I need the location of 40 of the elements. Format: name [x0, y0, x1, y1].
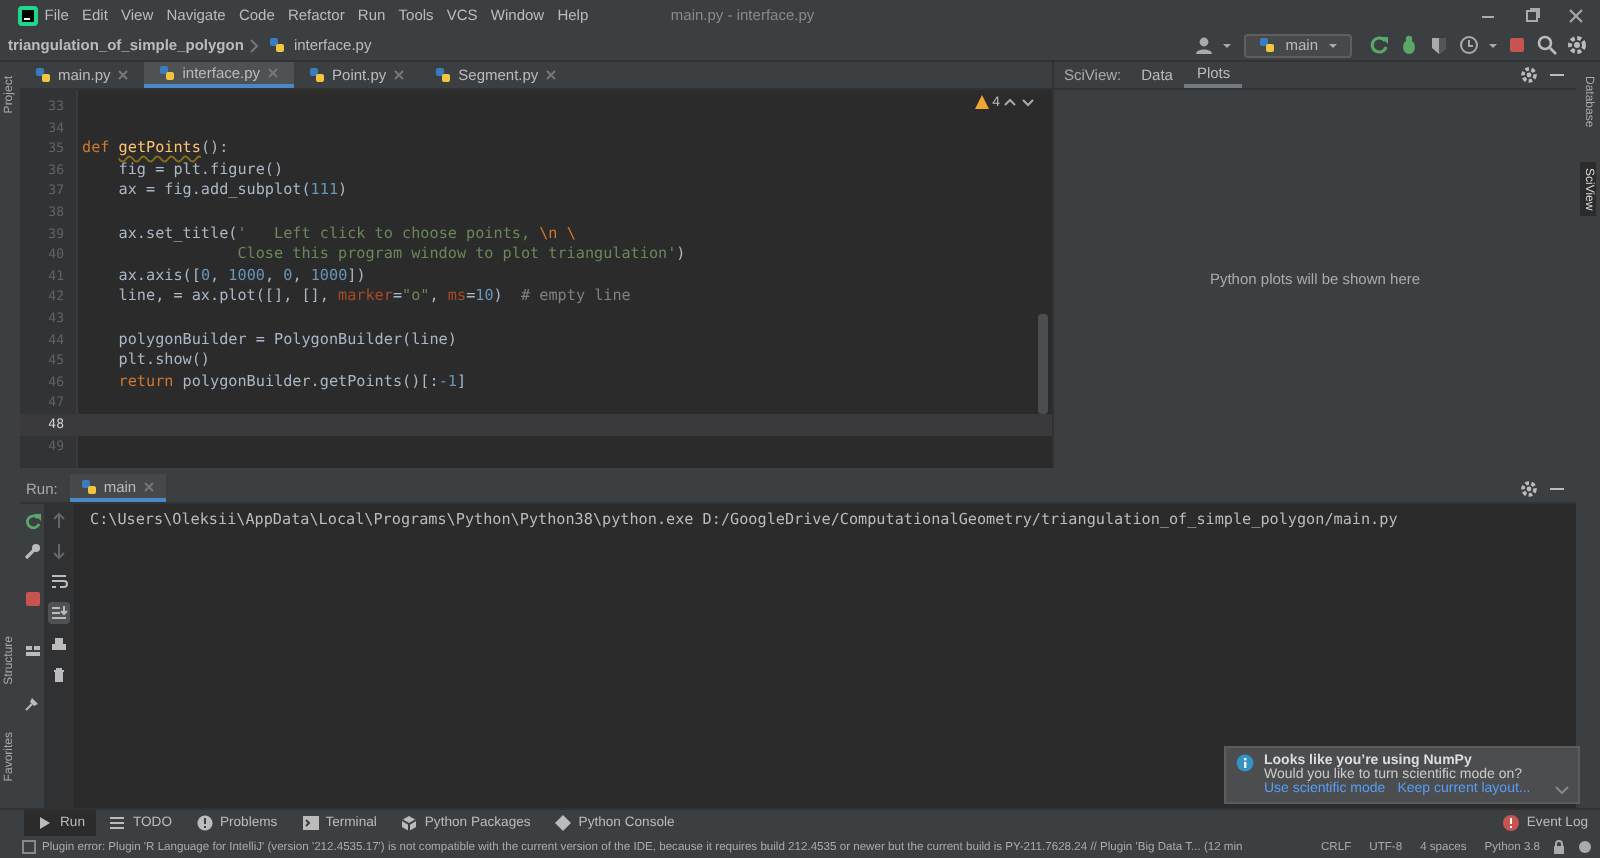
user-icon[interactable] — [1193, 35, 1214, 55]
layout-icon[interactable] — [23, 642, 41, 660]
python-file-icon — [308, 66, 327, 84]
rerun-icon[interactable] — [1368, 34, 1390, 56]
chevron-down-icon[interactable] — [1020, 94, 1036, 110]
close-icon[interactable] — [544, 68, 559, 82]
print-icon[interactable] — [50, 636, 68, 654]
scrollbar-thumb[interactable] — [1038, 314, 1048, 414]
wrench-icon[interactable] — [23, 542, 41, 560]
pin-icon[interactable] — [23, 694, 41, 712]
settings-icon[interactable] — [1520, 66, 1538, 84]
rerun-icon[interactable] — [23, 512, 41, 530]
python-icon — [1257, 36, 1276, 54]
settings-icon[interactable] — [1520, 479, 1538, 497]
error-icon — [1502, 814, 1521, 832]
run-icon — [36, 814, 54, 832]
scroll-to-end-icon[interactable] — [48, 602, 70, 624]
chevron-up-icon[interactable] — [1002, 94, 1018, 110]
settings-icon[interactable] — [1566, 34, 1588, 56]
python-file-icon — [267, 36, 286, 54]
python-file-icon — [34, 66, 52, 84]
info-icon — [1236, 754, 1254, 772]
python-file-icon — [158, 64, 177, 82]
console-icon — [554, 814, 573, 832]
stop-icon[interactable] — [23, 590, 41, 608]
python-file-icon — [434, 66, 453, 84]
search-icon[interactable] — [1536, 34, 1558, 56]
close-icon[interactable] — [392, 68, 407, 82]
python-icon — [79, 477, 98, 495]
stop-icon[interactable] — [1506, 34, 1528, 56]
shield-icon[interactable] — [1428, 34, 1450, 56]
chevron-icon — [247, 35, 260, 55]
todo-icon — [108, 814, 127, 832]
soft-wrap-icon[interactable] — [50, 572, 68, 590]
app-logo-icon — [18, 5, 38, 25]
trash-icon[interactable] — [50, 666, 68, 684]
lock-icon[interactable] — [1552, 840, 1566, 854]
close-icon[interactable] — [116, 68, 131, 82]
clock-icon[interactable] — [1458, 34, 1480, 56]
bug-icon[interactable] — [1398, 34, 1420, 56]
